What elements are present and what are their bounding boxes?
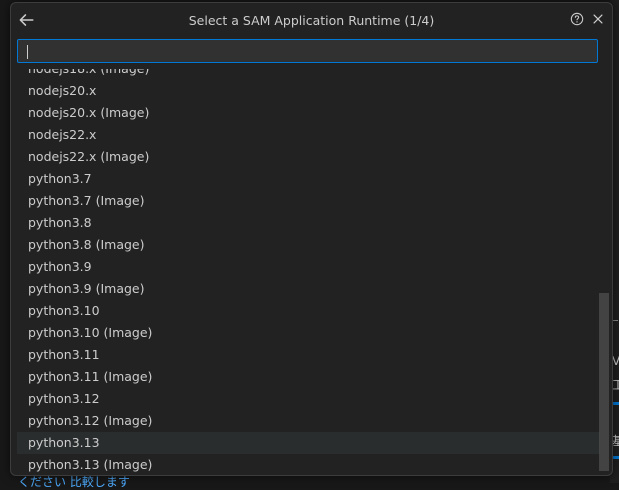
background-accent-bar — [612, 402, 619, 405]
list-item[interactable]: python3.13 (Image) — [17, 454, 600, 473]
search-input-container[interactable] — [17, 39, 598, 63]
search-input[interactable] — [18, 40, 597, 63]
list-item[interactable]: python3.12 — [17, 388, 600, 410]
runtime-list: nodejs18.x (Image)nodejs20.xnodejs20.x (… — [17, 69, 600, 473]
background-char-2: 工 — [612, 378, 619, 392]
list-item[interactable]: python3.11 — [17, 344, 600, 366]
list-item[interactable]: nodejs22.x — [17, 124, 600, 146]
list-item[interactable]: nodejs18.x (Image) — [17, 69, 600, 80]
list-item[interactable]: nodejs20.x (Image) — [17, 102, 600, 124]
list-item[interactable]: python3.9 (Image) — [17, 278, 600, 300]
quick-pick-titlebar: Select a SAM Application Runtime (1/4) — [11, 3, 612, 37]
list-item[interactable]: python3.10 — [17, 300, 600, 322]
background-accent-bar-2 — [612, 456, 619, 459]
dialog-title: Select a SAM Application Runtime (1/4) — [188, 13, 435, 28]
list-item[interactable]: python3.12 (Image) — [17, 410, 600, 432]
text-caret — [27, 45, 28, 59]
list-item[interactable]: python3.11 (Image) — [17, 366, 600, 388]
scrollbar-thumb[interactable] — [599, 293, 609, 471]
close-icon[interactable] — [591, 12, 605, 26]
list-item[interactable]: python3.8 — [17, 212, 600, 234]
list-item[interactable]: python3.7 — [17, 168, 600, 190]
list-item[interactable]: nodejs22.x (Image) — [17, 146, 600, 168]
quick-pick-dialog: Select a SAM Application Runtime (1/4) n… — [10, 2, 613, 476]
list-item[interactable]: python3.7 (Image) — [17, 190, 600, 212]
list-item[interactable]: python3.9 — [17, 256, 600, 278]
help-icon[interactable] — [570, 12, 584, 26]
list-item[interactable]: nodejs20.x — [17, 80, 600, 102]
list-item[interactable]: python3.10 (Image) — [17, 322, 600, 344]
scrollbar[interactable] — [599, 69, 609, 473]
background-char-1: V — [612, 354, 619, 368]
list-item[interactable]: python3.8 (Image) — [17, 234, 600, 256]
list-item[interactable]: python3.13 — [17, 432, 600, 454]
runtime-list-inner: nodejs18.x (Image)nodejs20.xnodejs20.x (… — [17, 69, 600, 473]
background-char-3: 基 — [612, 434, 619, 448]
